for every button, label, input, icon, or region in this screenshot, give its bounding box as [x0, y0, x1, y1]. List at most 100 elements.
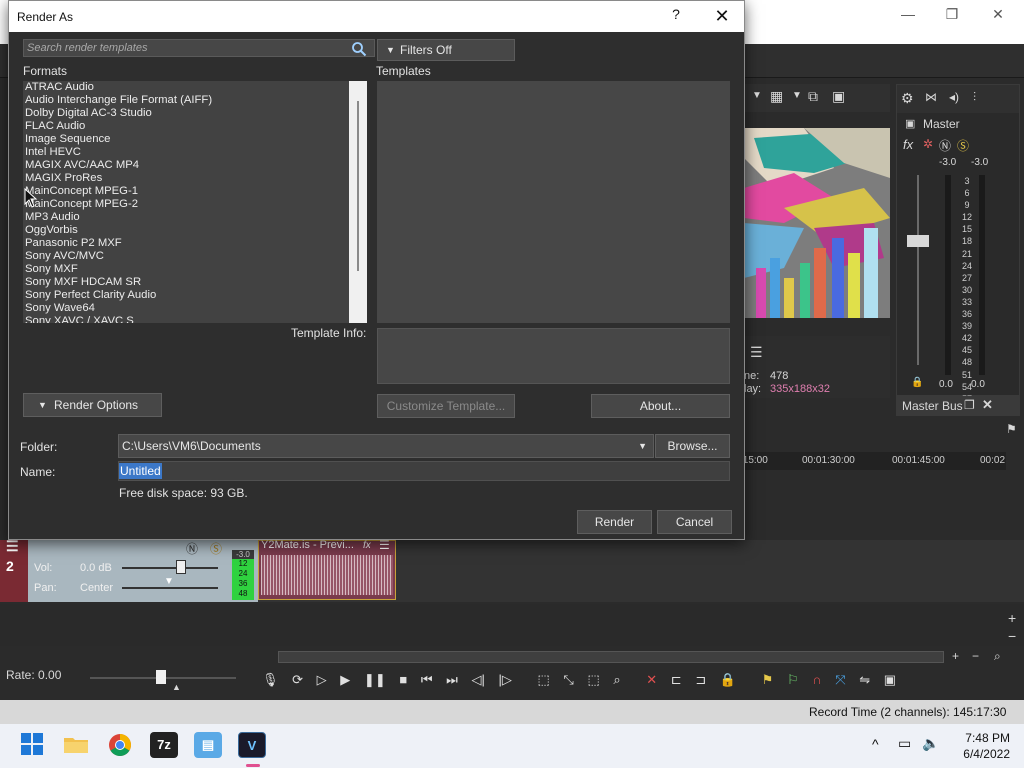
search-templates-input[interactable]: Search render templates	[23, 39, 375, 57]
fx-icon[interactable]: fx	[903, 137, 913, 152]
next-frame-icon[interactable]: |▷	[498, 672, 511, 687]
control-panel-button[interactable]: ▤	[194, 732, 222, 758]
rate-slider-handle[interactable]	[156, 670, 166, 684]
folder-dropdown[interactable]: C:\Users\VM6\Documents ▼	[118, 434, 654, 458]
loop-icon[interactable]: ⟳	[292, 672, 303, 687]
dropdown-icon[interactable]: ▼	[752, 90, 762, 101]
clip-menu-icon[interactable]: ☰	[379, 538, 390, 552]
zoom-out-icon[interactable]: −	[1008, 628, 1016, 644]
templates-list[interactable]	[377, 81, 730, 323]
zoom-select-icon[interactable]: ⌕	[613, 672, 620, 687]
menu-icon[interactable]: ☰	[750, 344, 763, 361]
trim-icon[interactable]: ⊏	[671, 672, 682, 687]
master-bus-tab[interactable]: Master Bus ❐ ✕	[896, 396, 1020, 416]
pan-slider-handle[interactable]: ▼	[164, 576, 174, 587]
zoom-in-icon[interactable]: +	[1008, 610, 1016, 626]
crossfade-icon[interactable]: ⇋	[859, 672, 870, 687]
format-item[interactable]: FLAC Audio	[23, 120, 367, 133]
empty-track-area[interactable]: + −	[0, 604, 1024, 646]
timeline-scrollbar[interactable]	[278, 651, 944, 663]
snap-icon[interactable]: ∩	[812, 672, 821, 687]
tray-chevron-icon[interactable]: ^	[872, 736, 879, 752]
play-from-start-icon[interactable]: ▷	[317, 672, 327, 687]
grid-icon[interactable]: ▦	[770, 88, 783, 105]
system-clock[interactable]: 7:48 PM 6/4/2022	[963, 730, 1010, 762]
region-icon[interactable]: ⚐	[787, 672, 799, 687]
format-item[interactable]: Sony MXF HDCAM SR	[23, 276, 367, 289]
format-item[interactable]: MainConcept MPEG-2	[23, 198, 367, 211]
envelope-tool-icon[interactable]: ⤡	[563, 672, 573, 687]
format-item[interactable]: Sony MXF	[23, 263, 367, 276]
formats-scrollbar[interactable]	[349, 81, 367, 323]
format-item[interactable]: OggVorbis	[23, 224, 367, 237]
event-fx-icon[interactable]: ▣	[884, 672, 896, 687]
dialog-close-button[interactable]: ✕	[709, 4, 735, 28]
copy-snapshot-icon[interactable]: ⧉	[808, 88, 818, 105]
play-icon[interactable]: ▶	[340, 672, 350, 687]
network-icon[interactable]: ▭	[898, 735, 911, 752]
render-button[interactable]: Render	[577, 510, 652, 534]
record-icon[interactable]: 🎙	[262, 672, 279, 687]
edit-tool-icon[interactable]: ⬚	[537, 672, 549, 687]
save-snapshot-icon[interactable]: ▣	[832, 88, 845, 105]
vegas-taskbar-button[interactable]: V	[238, 732, 266, 758]
search-icon[interactable]	[351, 41, 367, 57]
prev-frame-icon[interactable]: ◁|	[471, 672, 484, 687]
mono-icon[interactable]: ◂)	[949, 90, 959, 104]
zoom-tool-icon[interactable]: ⌕	[994, 649, 1001, 664]
lock-event-icon[interactable]: 🔒	[720, 672, 736, 687]
formats-scroll-thumb[interactable]	[357, 101, 359, 271]
cancel-button[interactable]: Cancel	[657, 510, 732, 534]
undock-icon[interactable]: ❐	[964, 398, 975, 412]
format-item[interactable]: Sony Perfect Clarity Audio	[23, 289, 367, 302]
selection-tool-icon[interactable]: ⬚	[587, 672, 599, 687]
marker-add-icon[interactable]: ⚑	[762, 672, 774, 687]
format-item[interactable]: Sony Wave64	[23, 302, 367, 315]
master-fader-handle[interactable]	[907, 235, 929, 247]
auto-ripple-icon[interactable]: ⤧	[835, 672, 845, 687]
start-button[interactable]	[18, 732, 46, 758]
lock-icon[interactable]: 🔒	[911, 377, 923, 388]
zoom-out-h-icon[interactable]: −	[972, 649, 979, 663]
track-mute-icon[interactable]: Ⓝ	[186, 540, 198, 557]
stop-icon[interactable]: ■	[399, 672, 407, 687]
track-solo-icon[interactable]: Ⓢ	[210, 540, 222, 557]
master-checkbox-icon[interactable]: ▣	[905, 117, 915, 130]
format-item[interactable]: MainConcept MPEG-1	[23, 185, 367, 198]
solo-icon[interactable]: Ⓢ	[957, 137, 969, 154]
vol-slider[interactable]	[122, 567, 218, 569]
delete-icon[interactable]: ✕	[646, 672, 657, 687]
audio-clip[interactable]: Y2Mate.is - Previ... fx ☰	[258, 538, 396, 600]
track-menu-icon[interactable]: ☰	[6, 538, 19, 555]
automation-icon[interactable]: ✲	[923, 137, 933, 151]
format-item[interactable]: ATRAC Audio	[23, 81, 367, 94]
formats-list[interactable]: ATRAC Audio Audio Interchange File Format…	[23, 81, 367, 323]
format-item[interactable]: Image Sequence	[23, 133, 367, 146]
gear-icon[interactable]: ⚙	[901, 90, 914, 107]
format-item[interactable]: MAGIX ProRes	[23, 172, 367, 185]
marker-icon[interactable]: ⚑	[1006, 422, 1017, 436]
timeline-ruler[interactable]: :15:00 00:01:30:00 00:01:45:00 00:02	[740, 452, 1006, 470]
vol-slider-handle[interactable]	[176, 560, 186, 574]
close-app-button[interactable]: ✕	[976, 4, 1020, 24]
format-item[interactable]: Panasonic P2 MXF	[23, 237, 367, 250]
go-end-icon[interactable]: ⏭	[446, 672, 458, 687]
render-options-button[interactable]: ▼ Render Options	[23, 393, 162, 417]
mute-icon[interactable]: Ⓝ	[939, 137, 951, 154]
pan-slider[interactable]	[122, 587, 218, 589]
browse-button[interactable]: Browse...	[655, 434, 730, 458]
downmix-icon[interactable]: ⋈	[925, 90, 937, 104]
format-item[interactable]: Audio Interchange File Format (AIFF)	[23, 94, 367, 107]
sevenzip-button[interactable]: 7z	[150, 732, 178, 758]
about-button[interactable]: About...	[591, 394, 730, 418]
format-item[interactable]: Dolby Digital AC-3 Studio	[23, 107, 367, 120]
customize-template-button[interactable]: Customize Template...	[377, 394, 515, 418]
format-item[interactable]: MP3 Audio	[23, 211, 367, 224]
track-number-strip[interactable]: ☰ 2	[0, 538, 28, 602]
zoom-in-h-icon[interactable]: +	[952, 649, 959, 663]
help-button[interactable]: ?	[664, 6, 688, 26]
chrome-button[interactable]	[106, 732, 134, 758]
format-item[interactable]: Sony XAVC / XAVC S	[23, 315, 367, 323]
grid-dropdown-icon[interactable]: ▼	[792, 90, 802, 101]
close-panel-icon[interactable]: ✕	[982, 397, 993, 413]
